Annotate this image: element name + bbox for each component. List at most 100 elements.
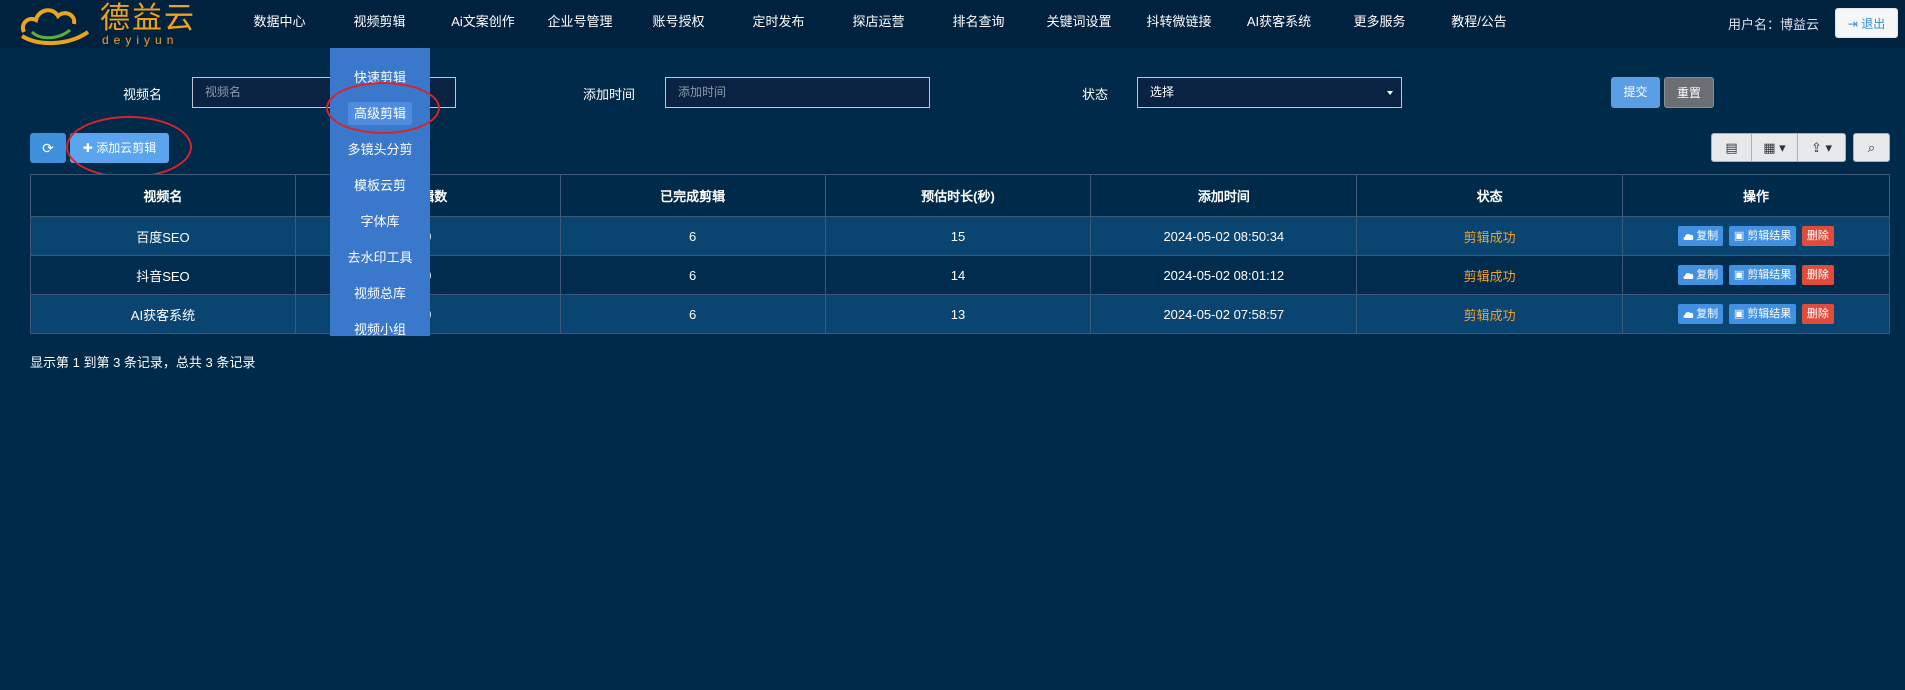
- logout-label: 退出: [1861, 17, 1886, 31]
- cell-actions: 复制 ▣ 剪辑结果 删除: [1622, 255, 1890, 295]
- refresh-icon: ⟳: [42, 140, 54, 156]
- grid-icon: ▦ ▾: [1763, 140, 1786, 155]
- add-cloud-edit-label: 添加云剪辑: [96, 141, 157, 155]
- cell-status: 剪辑成功: [1356, 294, 1624, 334]
- search-button[interactable]: ⌕: [1853, 133, 1890, 162]
- cell-add-time: 2024-05-02 08:50:34: [1090, 216, 1358, 256]
- caret-down-icon: [1387, 91, 1393, 95]
- video-name-label: 视频名: [123, 87, 163, 102]
- edit-result-button[interactable]: ▣ 剪辑结果: [1728, 304, 1797, 324]
- menu-item-quick-edit[interactable]: 快速剪辑: [330, 63, 430, 93]
- cell-duration: 13: [824, 294, 1092, 334]
- brand-name: 德益云: [100, 1, 196, 36]
- edit-result-button[interactable]: ▣ 剪辑结果: [1728, 265, 1797, 285]
- list-icon: ▤: [1725, 140, 1738, 155]
- menu-item-multi-shot[interactable]: 多镜头分剪: [330, 135, 430, 165]
- col-add-time[interactable]: 添加时间: [1090, 174, 1358, 217]
- cell-actions: 复制 ▣ 剪辑结果 删除: [1622, 216, 1890, 256]
- table-row[interactable]: 百度SEO 0 6 15 2024-05-02 08:50:34 剪辑成功 复制…: [30, 216, 1890, 256]
- nav-store-visit[interactable]: 探店运营: [851, 0, 906, 44]
- video-edit-dropdown: 快速剪辑 高级剪辑 多镜头分剪 模板云剪 字体库 去水印工具 视频总库 视频小组: [330, 48, 430, 337]
- cell-add-time: 2024-05-02 08:01:12: [1090, 255, 1358, 295]
- cell-duration: 15: [824, 216, 1092, 256]
- cell-add-time: 2024-05-02 07:58:57: [1090, 294, 1358, 334]
- edit-result-button[interactable]: ▣ 剪辑结果: [1728, 226, 1797, 246]
- col-video-name[interactable]: 视频名: [30, 174, 296, 217]
- menu-item-advanced-edit[interactable]: 高级剪辑: [330, 99, 430, 129]
- cell-duration: 14: [824, 255, 1092, 295]
- nav-ai-copywriting[interactable]: Ai文案创作: [447, 0, 519, 44]
- status-select[interactable]: 选择: [1137, 77, 1402, 108]
- nav-scheduled-publish[interactable]: 定时发布: [751, 0, 806, 44]
- cloud-logo-icon: [20, 8, 90, 46]
- cell-video-name: 百度SEO: [30, 216, 296, 256]
- edit-result-label: 剪辑结果: [1747, 230, 1792, 242]
- refresh-button[interactable]: ⟳: [30, 133, 66, 163]
- nav-video-edit[interactable]: 视频剪辑: [352, 0, 407, 44]
- nav-more[interactable]: 更多服务: [1352, 0, 1407, 44]
- square-icon: ▣: [1733, 230, 1745, 242]
- cloud-icon: [1683, 311, 1694, 318]
- cell-completed: 6: [559, 216, 826, 256]
- username-label: 用户名：博益云: [1728, 17, 1820, 32]
- menu-item-font-library[interactable]: 字体库: [330, 207, 430, 237]
- toggle-view-button[interactable]: ▤: [1711, 133, 1752, 162]
- col-status[interactable]: 状态: [1356, 174, 1624, 217]
- columns-button[interactable]: ▦ ▾: [1751, 133, 1798, 162]
- logout-button[interactable]: ⇥ 退出: [1835, 8, 1898, 38]
- copy-label: 复制: [1696, 308, 1719, 320]
- top-navbar: 德益云 deyiyun 数据中心 视频剪辑 Ai文案创作 企业号管理 账号授权 …: [0, 0, 1905, 48]
- table-header-row: 视频名 剪辑数 已完成剪辑 预估时长(秒) 添加时间 状态 操作: [30, 174, 1890, 217]
- nav-keywords[interactable]: 关键词设置: [1045, 0, 1113, 44]
- menu-item-video-group[interactable]: 视频小组: [330, 315, 430, 345]
- cell-actions: 复制 ▣ 剪辑结果 删除: [1622, 294, 1890, 334]
- square-icon: ▣: [1733, 308, 1745, 320]
- nav-ai-customer[interactable]: AI获客系统: [1244, 0, 1314, 44]
- submit-button[interactable]: 提交: [1611, 77, 1660, 108]
- brand-logo[interactable]: 德益云 deyiyun: [18, 1, 208, 47]
- nav-ranking[interactable]: 排名查询: [951, 0, 1006, 44]
- edit-result-label: 剪辑结果: [1747, 269, 1792, 281]
- status-select-value: 选择: [1150, 85, 1175, 99]
- menu-item-template-edit[interactable]: 模板云剪: [330, 171, 430, 201]
- copy-button[interactable]: 复制: [1678, 226, 1724, 246]
- reset-button[interactable]: 重置: [1664, 77, 1714, 108]
- brand-sub: deyiyun: [102, 33, 179, 47]
- cell-video-name: AI获客系统: [30, 294, 296, 334]
- col-completed[interactable]: 已完成剪辑: [559, 174, 826, 217]
- cell-completed: 6: [559, 294, 826, 334]
- delete-button[interactable]: 删除: [1801, 226, 1834, 246]
- nav-data-center[interactable]: 数据中心: [252, 0, 307, 44]
- copy-button[interactable]: 复制: [1678, 265, 1724, 285]
- nav-account-auth[interactable]: 账号授权: [651, 0, 706, 44]
- cloud-icon: [1683, 233, 1694, 240]
- add-cloud-edit-button[interactable]: ✚ 添加云剪辑: [70, 133, 169, 163]
- export-icon: ⇪ ▾: [1810, 140, 1833, 155]
- add-time-input[interactable]: 添加时间: [665, 77, 930, 108]
- plus-icon: ✚: [82, 141, 93, 155]
- nav-dy-wechat-link[interactable]: 抖转微链接: [1145, 0, 1213, 44]
- copy-label: 复制: [1696, 230, 1719, 242]
- cell-status: 剪辑成功: [1356, 255, 1624, 295]
- copy-button[interactable]: 复制: [1678, 304, 1724, 324]
- col-actions: 操作: [1622, 174, 1890, 217]
- cell-status: 剪辑成功: [1356, 216, 1624, 256]
- cell-video-name: 抖音SEO: [30, 255, 296, 295]
- add-time-label: 添加时间: [583, 87, 636, 102]
- table-row[interactable]: AI获客系统 0 6 13 2024-05-02 07:58:57 剪辑成功 复…: [30, 294, 1890, 334]
- search-icon: ⌕: [1867, 140, 1876, 155]
- cell-completed: 6: [559, 255, 826, 295]
- col-duration[interactable]: 预估时长(秒): [824, 174, 1092, 217]
- export-button[interactable]: ⇪ ▾: [1797, 133, 1846, 162]
- status-label: 状态: [1082, 87, 1109, 102]
- menu-item-video-library[interactable]: 视频总库: [330, 279, 430, 309]
- logout-icon: ⇥: [1847, 17, 1858, 31]
- copy-label: 复制: [1696, 269, 1719, 281]
- nav-tutorial[interactable]: 教程/公告: [1450, 0, 1508, 44]
- square-icon: ▣: [1733, 269, 1745, 281]
- delete-button[interactable]: 删除: [1801, 304, 1834, 324]
- menu-item-watermark-remover[interactable]: 去水印工具: [330, 243, 430, 273]
- delete-button[interactable]: 删除: [1801, 265, 1834, 285]
- table-row[interactable]: 抖音SEO 0 6 14 2024-05-02 08:01:12 剪辑成功 复制…: [30, 255, 1890, 295]
- nav-enterprise-account[interactable]: 企业号管理: [546, 0, 614, 44]
